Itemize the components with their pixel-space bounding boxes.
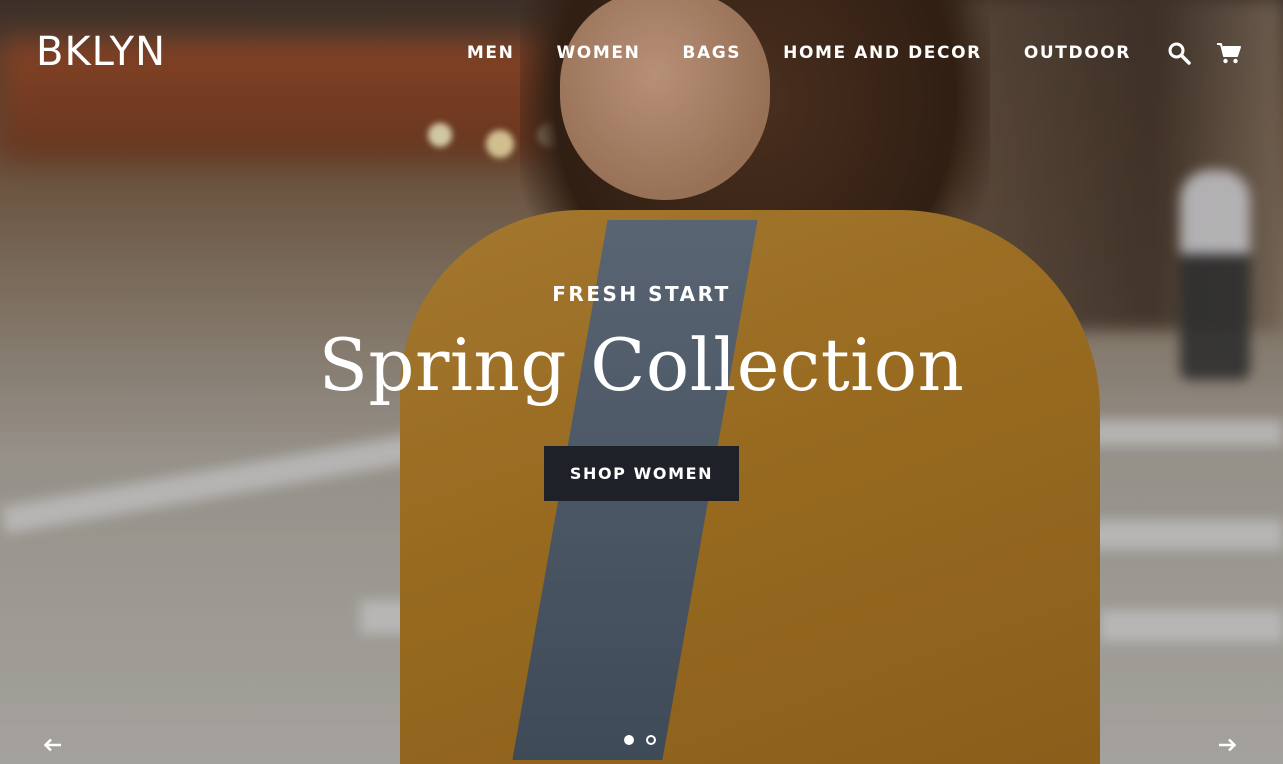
arrow-right-icon[interactable] [1212, 730, 1242, 760]
site-logo[interactable]: BKLYN [36, 30, 166, 74]
main-nav: MEN WOMEN BAGS HOME AND DECOR OUTDOOR [467, 38, 1243, 68]
hero-eyebrow: FRESH START [552, 282, 731, 306]
hero-banner: BKLYN MEN WOMEN BAGS HOME AND DECOR OUTD… [0, 0, 1283, 764]
slider-dots [624, 735, 656, 745]
hero-headline: Spring Collection [318, 323, 965, 407]
nav-outdoor[interactable]: OUTDOOR [1024, 38, 1131, 68]
site-header: BKLYN MEN WOMEN BAGS HOME AND DECOR OUTD… [0, 0, 1283, 100]
shop-women-button[interactable]: SHOP WOMEN [543, 446, 740, 501]
header-icons [1165, 39, 1243, 67]
search-icon[interactable] [1165, 39, 1193, 67]
cart-icon[interactable] [1215, 39, 1243, 67]
nav-home-and-decor[interactable]: HOME AND DECOR [783, 38, 982, 68]
hero-content: FRESH START Spring Collection SHOP WOMEN [0, 282, 1283, 501]
arrow-left-icon[interactable] [38, 730, 68, 760]
nav-bags[interactable]: BAGS [682, 38, 741, 68]
slide-dot-1[interactable] [624, 735, 634, 745]
nav-women[interactable]: WOMEN [556, 38, 640, 68]
nav-men[interactable]: MEN [467, 38, 515, 68]
slide-dot-2[interactable] [646, 735, 656, 745]
